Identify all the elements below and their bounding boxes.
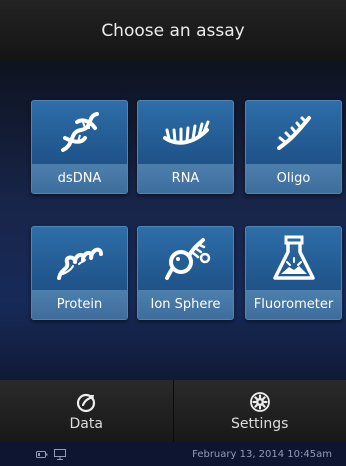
assay-tile-fluorometer[interactable]: Fluorometer (245, 226, 342, 320)
page-header: Choose an assay (0, 0, 346, 62)
monitor-icon (54, 448, 66, 460)
status-datetime: February 13, 2014 10:45am (192, 448, 332, 460)
page-title: Choose an assay (101, 21, 245, 41)
assay-label: RNA (138, 164, 233, 193)
status-icons (36, 448, 66, 460)
assay-label: Protein (32, 290, 127, 319)
bottom-nav: Data Settings (0, 380, 346, 442)
assay-tile-dsdna[interactable]: dsDNA (31, 100, 128, 194)
assay-tile-ion-sphere[interactable]: Ion Sphere (137, 226, 234, 320)
rna-strand-icon (162, 120, 209, 145)
assay-tile-rna[interactable]: RNA (137, 100, 234, 194)
assay-label: Fluorometer (246, 290, 341, 319)
assay-grid: dsDNA RNA Oligo Protein Ion Sphere Fluor… (0, 62, 346, 380)
assay-tile-oligo[interactable]: Oligo (245, 100, 342, 194)
oligo-strand-icon (276, 115, 311, 150)
ion-sphere-icon (164, 237, 210, 280)
status-bar: February 13, 2014 10:45am (0, 442, 346, 466)
dsdna-helix-icon (60, 111, 99, 152)
gear-icon (249, 391, 270, 412)
protein-coil-icon (56, 247, 103, 280)
flask-icon (272, 235, 315, 280)
data-button-label: Data (69, 415, 103, 432)
battery-icon (36, 450, 48, 458)
assay-label: Oligo (246, 164, 341, 193)
settings-button-label: Settings (231, 415, 289, 432)
assay-label: dsDNA (32, 164, 127, 193)
data-button[interactable]: Data (0, 380, 173, 442)
assay-tile-protein[interactable]: Protein (31, 226, 128, 320)
settings-button[interactable]: Settings (172, 380, 346, 442)
assay-label: Ion Sphere (138, 290, 233, 319)
data-export-icon (77, 393, 96, 412)
